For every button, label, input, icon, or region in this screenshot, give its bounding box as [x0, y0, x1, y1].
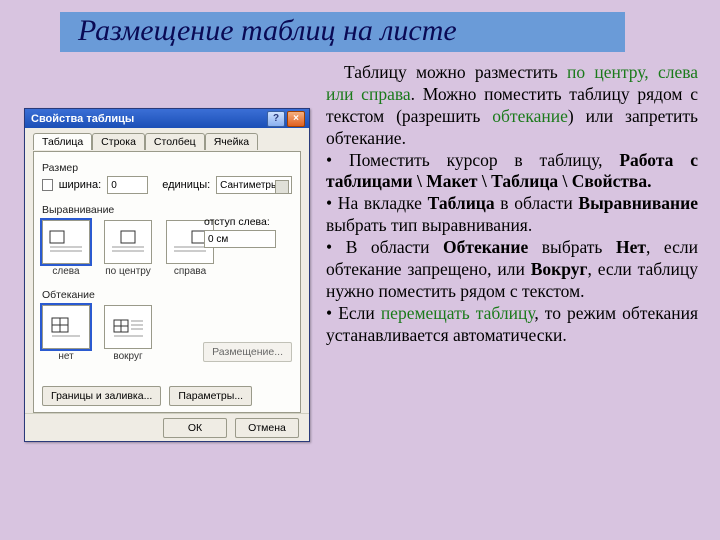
tabs: Таблица Строка Столбец Ячейка [33, 132, 301, 149]
wrap-none-caption: нет [58, 351, 73, 362]
dialog-footer: ОК Отмена [25, 413, 309, 441]
tab-column[interactable]: Столбец [145, 133, 205, 150]
align-right-icon [172, 227, 208, 257]
align-left-icon [48, 227, 84, 257]
t: Нет [616, 237, 646, 257]
align-center-caption: по центру [105, 266, 150, 277]
width-label: ширина: [59, 179, 101, 191]
t: Обтекание [443, 237, 528, 257]
tab-table[interactable]: Таблица [33, 133, 92, 150]
t: Таблицу можно разместить [344, 62, 567, 82]
align-center-icon [110, 227, 146, 257]
close-button[interactable]: × [287, 111, 305, 127]
size-group-label: Размер [42, 162, 292, 174]
tab-row[interactable]: Строка [92, 133, 145, 150]
align-right-caption: справа [174, 266, 206, 277]
wrap-none-icon [48, 312, 84, 342]
width-checkbox[interactable] [42, 179, 53, 191]
wrap-none-option[interactable] [42, 305, 90, 349]
t: • Если [326, 303, 381, 323]
t: Вокруг [531, 259, 588, 279]
params-button[interactable]: Параметры... [169, 386, 252, 406]
cancel-button[interactable]: Отмена [235, 418, 299, 438]
ok-button[interactable]: ОК [163, 418, 227, 438]
indent-label: отступ слева: [204, 216, 290, 228]
wrap-around-caption: вокруг [113, 351, 142, 362]
tab-cell[interactable]: Ячейка [205, 133, 258, 150]
align-group-label: Выравнивание [42, 204, 292, 216]
indent-input[interactable]: 0 см [204, 230, 276, 248]
table-properties-dialog: Свойства таблицы ? × Таблица Строка Стол… [24, 108, 310, 442]
help-button[interactable]: ? [267, 111, 285, 127]
t: перемещать таблицу [381, 303, 535, 323]
align-left-option[interactable] [42, 220, 90, 264]
units-combo[interactable]: Сантиметры [216, 176, 292, 194]
wrap-around-icon [110, 312, 146, 342]
borders-button[interactable]: Границы и заливка... [42, 386, 161, 406]
t: выбрать [528, 237, 616, 257]
align-left-caption: слева [52, 266, 79, 277]
t: обтекание [492, 106, 568, 126]
t: в области [495, 193, 579, 213]
t: • Поместить курсор в таблицу, [326, 150, 619, 170]
t: выбрать тип выравнивания. [326, 215, 532, 235]
dialog-title: Свойства таблицы [31, 113, 134, 125]
units-label: единицы: [162, 179, 210, 191]
align-center-option[interactable] [104, 220, 152, 264]
placement-button[interactable]: Размещение... [203, 342, 292, 362]
tab-panel: Размер ширина: 0 единицы: Сантиметры Выр… [33, 151, 301, 413]
body-text: Таблицу можно разместить по центру, слев… [326, 62, 698, 346]
dialog-titlebar[interactable]: Свойства таблицы ? × [25, 109, 309, 128]
t: • На вкладке [326, 193, 428, 213]
slide-title: Размещение таблиц на листе [60, 12, 625, 52]
t: • В области [326, 237, 443, 257]
t: Таблица [428, 193, 495, 213]
width-input[interactable]: 0 [107, 176, 148, 194]
wrap-around-option[interactable] [104, 305, 152, 349]
wrap-group-label: Обтекание [42, 289, 292, 301]
t: Выравнивание [578, 193, 698, 213]
